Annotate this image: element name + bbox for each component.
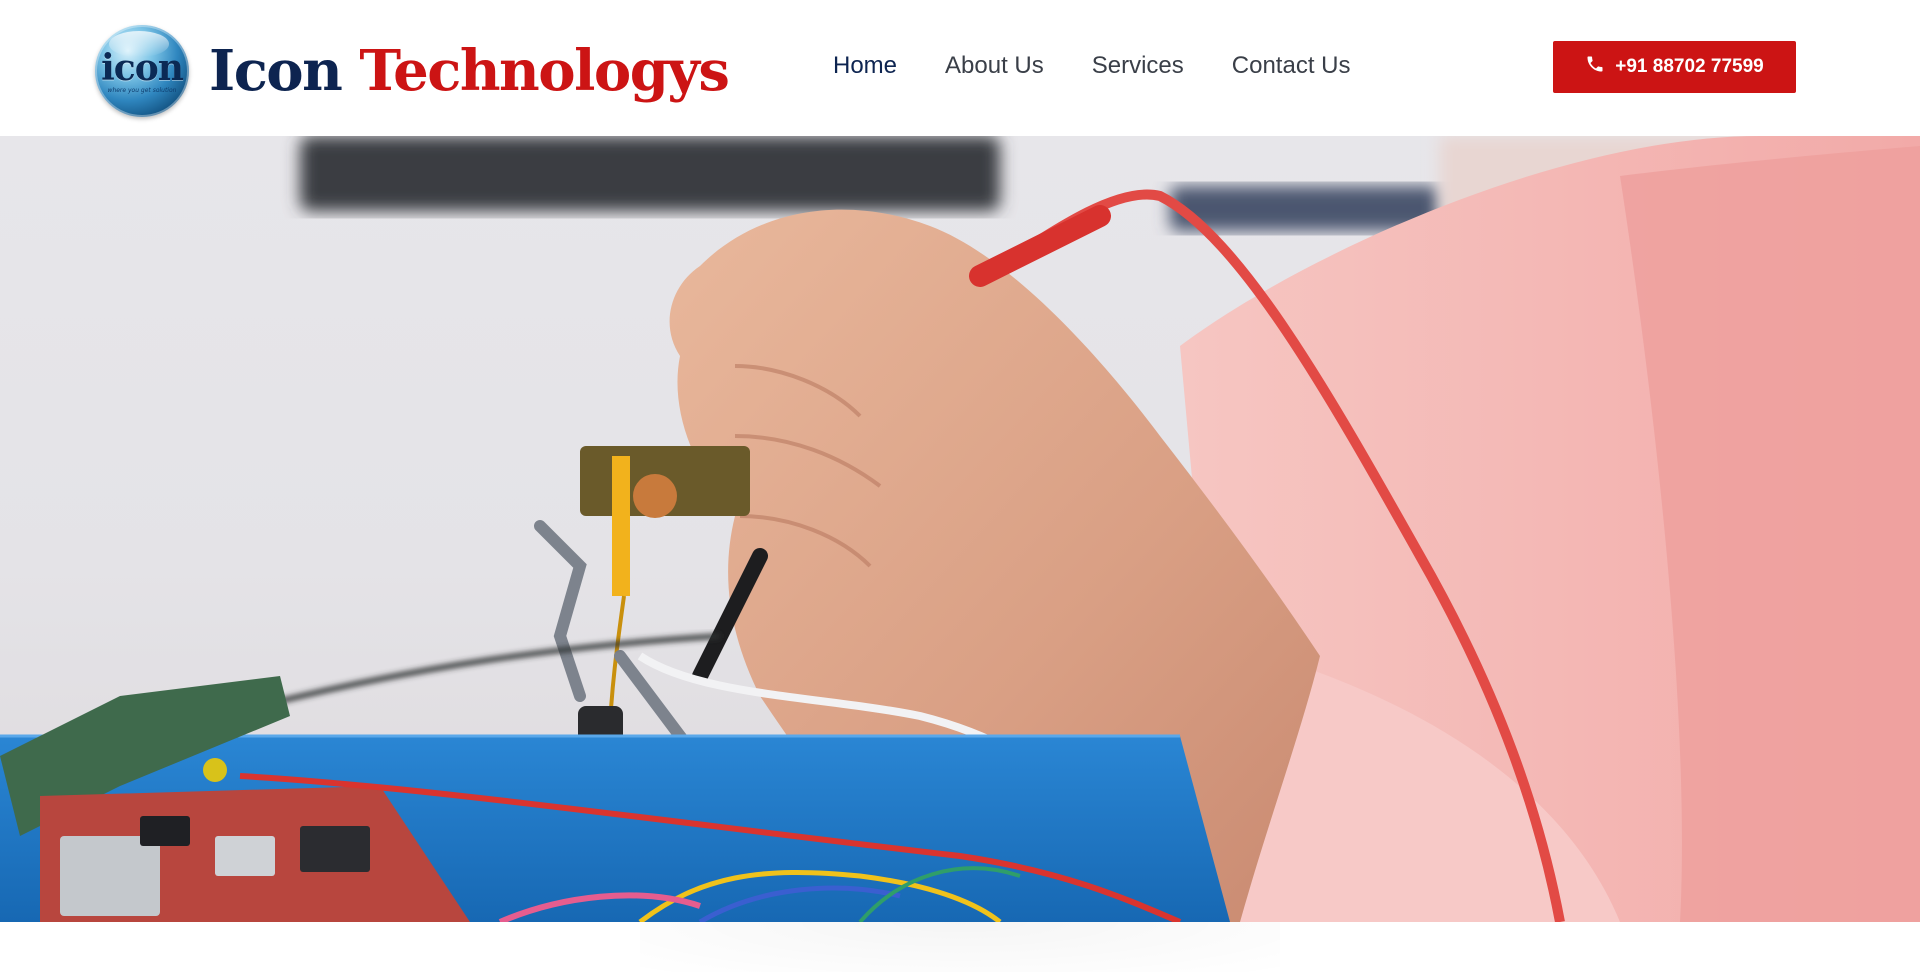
green-board-part [203, 758, 227, 782]
hero-banner [0, 136, 1920, 922]
call-button[interactable]: +91 88702 77599 [1553, 41, 1796, 93]
brand-name-part2: Technologys [359, 38, 730, 104]
nav-item-home[interactable]: Home [833, 48, 897, 84]
chip [140, 816, 190, 846]
hdmi-port [300, 826, 370, 872]
yellow-probe [612, 456, 630, 596]
brand-logo-link[interactable]: icon where you get solution Icon Technol… [95, 25, 730, 117]
hero-image [0, 136, 1920, 922]
logo-word: icon [101, 47, 184, 89]
ethernet-port [60, 836, 160, 916]
logo-tagline: where you get solution [107, 87, 177, 94]
logo-badge-icon: icon where you get solution [95, 25, 189, 117]
nav-item-contact-us[interactable]: Contact Us [1232, 48, 1351, 84]
brand-name-part1: Icon [209, 38, 343, 104]
call-button-label: +91 88702 77599 [1615, 56, 1764, 77]
main-nav: Home About Us Services Contact Us [833, 48, 1351, 84]
below-hero-shadow [640, 922, 1280, 972]
usb-port [215, 836, 275, 876]
brand-name: Icon Technologys [209, 43, 730, 99]
nav-item-about-us[interactable]: About Us [945, 48, 1044, 84]
site-header: icon where you get solution Icon Technol… [0, 0, 1920, 136]
below-hero-section [0, 922, 1920, 972]
red-probe-handle [969, 205, 1111, 287]
nav-item-services[interactable]: Services [1092, 48, 1184, 84]
coil [633, 474, 677, 518]
phone-icon [1585, 54, 1605, 80]
bg-monitor [300, 136, 1000, 211]
